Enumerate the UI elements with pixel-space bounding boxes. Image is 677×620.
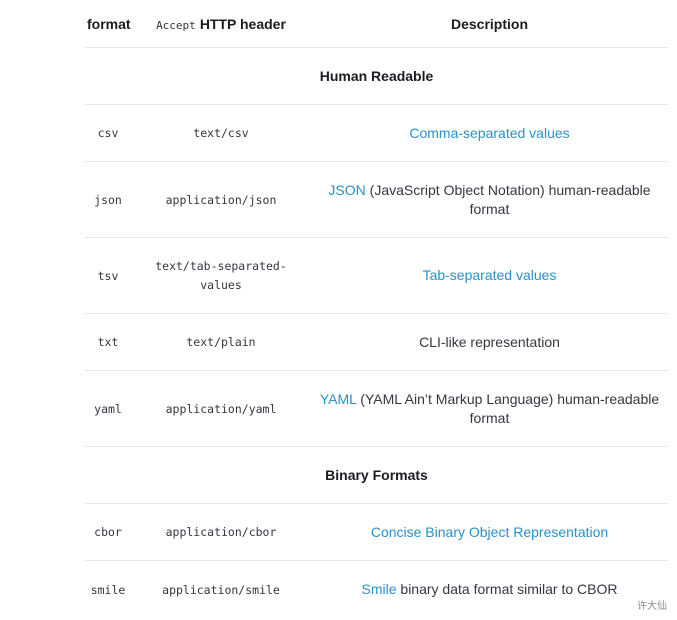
table-row: cbor application/cbor Concise Binary Obj…	[85, 504, 668, 561]
description-link[interactable]: Concise Binary Object Representation	[371, 524, 608, 540]
accept-cell: text/plain	[186, 335, 256, 349]
description-text: (YAML Ain’t Markup Language) human-reada…	[356, 390, 660, 426]
accept-line-2: values	[200, 277, 242, 292]
format-cell: csv	[97, 126, 119, 140]
section-binary-formats: Binary Formats	[85, 447, 668, 504]
description-cell: CLI-like representation	[311, 333, 668, 352]
accept-cell: application/smile	[162, 582, 280, 597]
format-cell: yaml	[94, 401, 122, 416]
description-link[interactable]: YAML	[320, 391, 357, 407]
header-format: format	[87, 15, 131, 32]
description-cell: Comma-separated values	[311, 124, 668, 143]
header-description: Description	[450, 15, 528, 32]
description-text: CLI-like representation	[419, 333, 560, 350]
accept-cell: text/tab-separated- values	[131, 257, 311, 295]
header-accept: Accept HTTP header	[131, 16, 311, 32]
format-cell: smile	[90, 582, 126, 597]
header-accept-text: HTTP header	[199, 15, 286, 32]
format-cell: tsv	[97, 268, 119, 283]
section-title: Human Readable	[319, 68, 434, 84]
format-cell: txt	[97, 335, 119, 349]
table-row: json application/json JSON (JavaScript O…	[85, 162, 668, 238]
format-cell: cbor	[94, 525, 122, 539]
section-human-readable: Human Readable	[85, 48, 668, 105]
header-accept-code: Accept	[156, 18, 196, 32]
description-text: (JavaScript Object Notation) human-reada…	[365, 181, 651, 217]
description-cell: Concise Binary Object Representation	[311, 523, 668, 542]
formats-table: format Accept HTTP header Description Hum…	[85, 0, 668, 618]
table-row: csv text/csv Comma-separated values	[85, 105, 668, 162]
description-text: binary data format similar to CBOR	[396, 581, 618, 597]
accept-cell: application/json	[165, 192, 277, 207]
table-row: txt text/plain CLI-like representation	[85, 314, 668, 371]
description-link[interactable]: Smile	[362, 581, 397, 597]
table-row: tsv text/tab-separated- values Tab-separ…	[85, 238, 668, 314]
accept-cell: application/cbor	[165, 525, 277, 539]
description-link[interactable]: Comma-separated values	[409, 125, 569, 141]
watermark: 许大仙	[637, 601, 667, 612]
description-cell: YAML (YAML Ain’t Markup Language) human-…	[311, 390, 668, 428]
section-title: Binary Formats	[325, 467, 428, 483]
table-row: smile application/smile Smile binary dat…	[85, 561, 668, 618]
description-link[interactable]: JSON	[328, 182, 365, 198]
description-cell: Smile binary data format similar to CBOR	[311, 580, 668, 599]
table-header: format Accept HTTP header Description	[85, 0, 668, 48]
accept-line-1: text/tab-separated-	[155, 258, 287, 273]
accept-cell: text/csv	[193, 126, 249, 140]
description-link[interactable]: Tab-separated values	[423, 267, 557, 283]
description-cell: JSON (JavaScript Object Notation) human-…	[311, 181, 668, 219]
description-cell: Tab-separated values	[311, 266, 668, 285]
format-cell: json	[94, 192, 122, 207]
table-row: yaml application/yaml YAML (YAML Ain’t M…	[85, 371, 668, 447]
accept-cell: application/yaml	[165, 401, 277, 416]
